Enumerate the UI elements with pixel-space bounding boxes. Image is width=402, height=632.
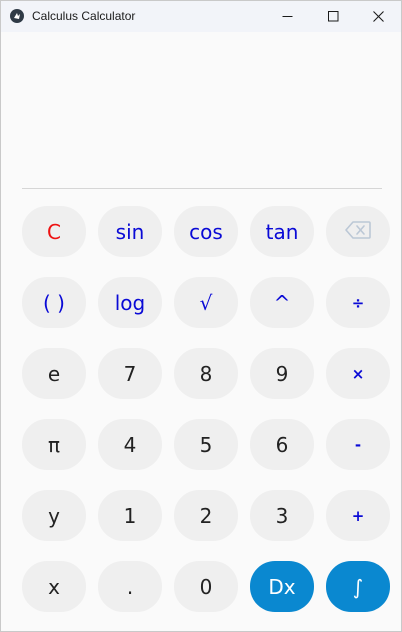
pi-button[interactable]: π	[22, 419, 86, 470]
display-divider	[22, 188, 382, 189]
title-bar[interactable]: Calculus Calculator	[1, 1, 401, 32]
divide-button[interactable]: ÷	[326, 277, 390, 328]
sqrt-button[interactable]: √	[174, 277, 238, 328]
maximize-button[interactable]	[310, 1, 356, 32]
digit-4-button[interactable]: 4	[98, 419, 162, 470]
tan-button[interactable]: tan	[250, 206, 314, 257]
window-title: Calculus Calculator	[32, 9, 136, 23]
x-variable-button[interactable]: x	[22, 561, 86, 612]
calculator-window: Calculus Calculator C sin cos tan () lo…	[0, 0, 402, 632]
backspace-icon	[345, 220, 371, 244]
e-button[interactable]: e	[22, 348, 86, 399]
expression-display[interactable]	[1, 32, 401, 188]
log-button[interactable]: log	[98, 277, 162, 328]
minus-button[interactable]: -	[326, 419, 390, 470]
power-button[interactable]: ^	[250, 277, 314, 328]
minimize-icon	[282, 11, 293, 22]
digit-1-button[interactable]: 1	[98, 490, 162, 541]
derivative-button[interactable]: Dx	[250, 561, 314, 612]
digit-2-button[interactable]: 2	[174, 490, 238, 541]
kivy-logo-icon	[10, 9, 24, 23]
integral-button[interactable]: ∫	[326, 561, 390, 612]
digit-8-button[interactable]: 8	[174, 348, 238, 399]
digit-7-button[interactable]: 7	[98, 348, 162, 399]
backspace-button[interactable]	[326, 206, 390, 257]
parentheses-button[interactable]: ( )	[22, 277, 86, 328]
minimize-button[interactable]	[264, 1, 310, 32]
y-variable-button[interactable]: y	[22, 490, 86, 541]
digit-6-button[interactable]: 6	[250, 419, 314, 470]
sin-button[interactable]: sin	[98, 206, 162, 257]
clear-button[interactable]: C	[22, 206, 86, 257]
digit-3-button[interactable]: 3	[250, 490, 314, 541]
digit-5-button[interactable]: 5	[174, 419, 238, 470]
digit-0-button[interactable]: 0	[174, 561, 238, 612]
multiply-button[interactable]: ×	[326, 348, 390, 399]
plus-button[interactable]: +	[326, 490, 390, 541]
digit-9-button[interactable]: 9	[250, 348, 314, 399]
decimal-point-button[interactable]: .	[98, 561, 162, 612]
close-icon	[372, 11, 384, 22]
cos-button[interactable]: cos	[174, 206, 238, 257]
maximize-icon	[327, 11, 339, 22]
close-button[interactable]	[355, 1, 401, 32]
